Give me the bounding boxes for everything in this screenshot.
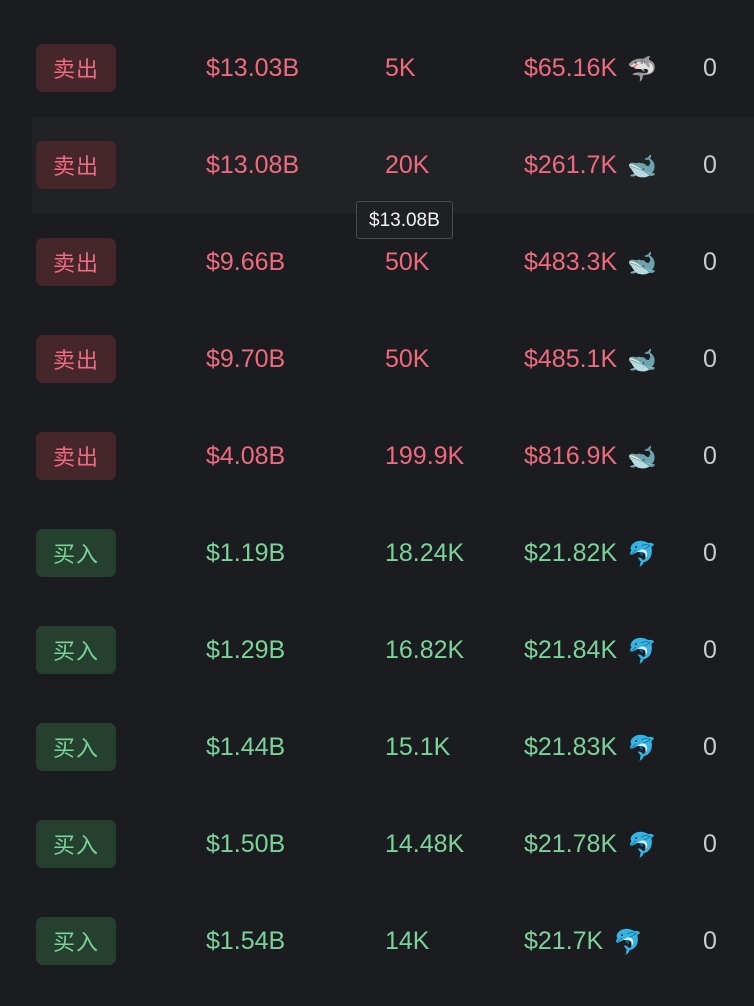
market-cap-value[interactable]: $4.08B (206, 408, 285, 505)
trade-value: $21.84K (524, 636, 618, 664)
whale-icon: 🐋 (627, 442, 658, 471)
trade-value: $485.1K (524, 345, 618, 373)
trade-row[interactable]: 卖出 $13.08B 20K $261.7K 🐋 0 (32, 117, 754, 214)
trade-value-cell: $21.83K 🐬 (524, 699, 657, 796)
trade-row[interactable]: 卖出 $4.08B 199.9K $816.9K 🐋 0 (32, 408, 754, 505)
trade-value-cell: $261.7K 🐋 (524, 117, 657, 214)
trade-value: $483.3K (524, 248, 618, 276)
market-cap-value[interactable]: $1.54B (206, 893, 285, 990)
trade-value-cell: $21.82K 🐬 (524, 505, 657, 602)
token-amount: 199.9K (385, 442, 465, 470)
trade-value: $816.9K (524, 442, 618, 470)
market-cap-value[interactable]: $13.03B (206, 20, 299, 117)
sell-badge: 卖出 (36, 141, 116, 189)
token-amount: 20K (385, 151, 430, 179)
market-cap-value[interactable]: $9.66B (206, 214, 285, 311)
count-value: 0 (703, 54, 717, 82)
dolphin-icon: 🐬 (627, 539, 658, 568)
whale-icon: 🐋 (627, 248, 658, 277)
buy-badge: 买入 (36, 820, 116, 868)
trade-value-wrap: $261.7K 🐋 (524, 117, 657, 214)
trade-value-cell: $485.1K 🐋 (524, 311, 657, 408)
count-value: 0 (703, 927, 717, 955)
trade-value-cell: $21.84K 🐬 (524, 602, 657, 699)
trade-row[interactable]: 卖出 $9.70B 50K $485.1K 🐋 0 (32, 311, 754, 408)
dolphin-icon: 🐬 (627, 830, 658, 859)
buy-badge: 买入 (36, 723, 116, 771)
trade-value: $21.83K (524, 733, 618, 761)
buy-badge: 买入 (36, 529, 116, 577)
sell-badge: 卖出 (36, 335, 116, 383)
token-amount: 14.48K (385, 830, 465, 858)
token-amount: 14K (385, 927, 430, 955)
trade-value-cell: $483.3K 🐋 (524, 214, 657, 311)
trade-value-wrap: $65.16K 🦈 (524, 20, 657, 117)
trade-value-wrap: $816.9K 🐋 (524, 408, 657, 505)
dolphin-icon: 🐬 (627, 636, 658, 665)
sell-badge: 卖出 (36, 238, 116, 286)
dolphin-icon: 🐬 (613, 927, 644, 956)
trade-value-wrap: $21.78K 🐬 (524, 796, 657, 893)
buy-badge: 买入 (36, 917, 116, 965)
count-value: 0 (703, 442, 717, 470)
trade-row[interactable]: 买入 $1.54B 14K $21.7K 🐬 0 (32, 893, 754, 990)
trade-row[interactable]: 买入 $1.50B 14.48K $21.78K 🐬 0 (32, 796, 754, 893)
token-amount: 50K (385, 345, 430, 373)
trade-value-wrap: $485.1K 🐋 (524, 311, 657, 408)
count-value: 0 (703, 733, 717, 761)
dolphin-icon: 🐬 (627, 733, 658, 762)
token-amount: 18.24K (385, 539, 465, 567)
count-value: 0 (703, 345, 717, 373)
trade-row[interactable]: 卖出 $13.03B 5K $65.16K 🦈 0 (32, 20, 754, 117)
market-cap-tooltip: $13.08B (356, 201, 453, 239)
market-cap-value[interactable]: $13.08B (206, 117, 299, 214)
count-value: 0 (703, 830, 717, 858)
trade-row[interactable]: 买入 $1.19B 18.24K $21.82K 🐬 0 (32, 505, 754, 602)
trade-value: $261.7K (524, 151, 618, 179)
buy-badge: 买入 (36, 626, 116, 674)
shark-icon: 🦈 (627, 54, 658, 83)
trade-value: $65.16K (524, 54, 618, 82)
trade-list: 卖出 $13.03B 5K $65.16K 🦈 0 卖出 $13.08B 20K $261.7K 🐋… (32, 20, 754, 990)
market-cap-value[interactable]: $1.44B (206, 699, 285, 796)
trade-value-wrap: $21.7K 🐬 (524, 893, 643, 990)
trade-value-wrap: $483.3K 🐋 (524, 214, 657, 311)
count-value: 0 (703, 539, 717, 567)
trade-value: $21.7K (524, 927, 604, 955)
whale-icon: 🐋 (627, 151, 658, 180)
whale-icon: 🐋 (627, 345, 658, 374)
market-cap-value[interactable]: $9.70B (206, 311, 285, 408)
market-cap-value[interactable]: $1.50B (206, 796, 285, 893)
trade-value-cell: $816.9K 🐋 (524, 408, 657, 505)
count-value: 0 (703, 636, 717, 664)
trade-value-cell: $21.7K 🐬 (524, 893, 643, 990)
sell-badge: 卖出 (36, 432, 116, 480)
trade-value-cell: $21.78K 🐬 (524, 796, 657, 893)
trade-value-cell: $65.16K 🦈 (524, 20, 657, 117)
token-amount: 16.82K (385, 636, 465, 664)
count-value: 0 (703, 248, 717, 276)
trade-value-wrap: $21.84K 🐬 (524, 602, 657, 699)
market-cap-value[interactable]: $1.29B (206, 602, 285, 699)
trade-value: $21.82K (524, 539, 618, 567)
count-value: 0 (703, 151, 717, 179)
trade-value-wrap: $21.83K 🐬 (524, 699, 657, 796)
token-amount: 5K (385, 54, 416, 82)
token-amount: 15.1K (385, 733, 451, 761)
sell-badge: 卖出 (36, 44, 116, 92)
trade-value-wrap: $21.82K 🐬 (524, 505, 657, 602)
trade-row[interactable]: 买入 $1.44B 15.1K $21.83K 🐬 0 (32, 699, 754, 796)
market-cap-value[interactable]: $1.19B (206, 505, 285, 602)
trade-value: $21.78K (524, 830, 618, 858)
trade-row[interactable]: 买入 $1.29B 16.82K $21.84K 🐬 0 (32, 602, 754, 699)
